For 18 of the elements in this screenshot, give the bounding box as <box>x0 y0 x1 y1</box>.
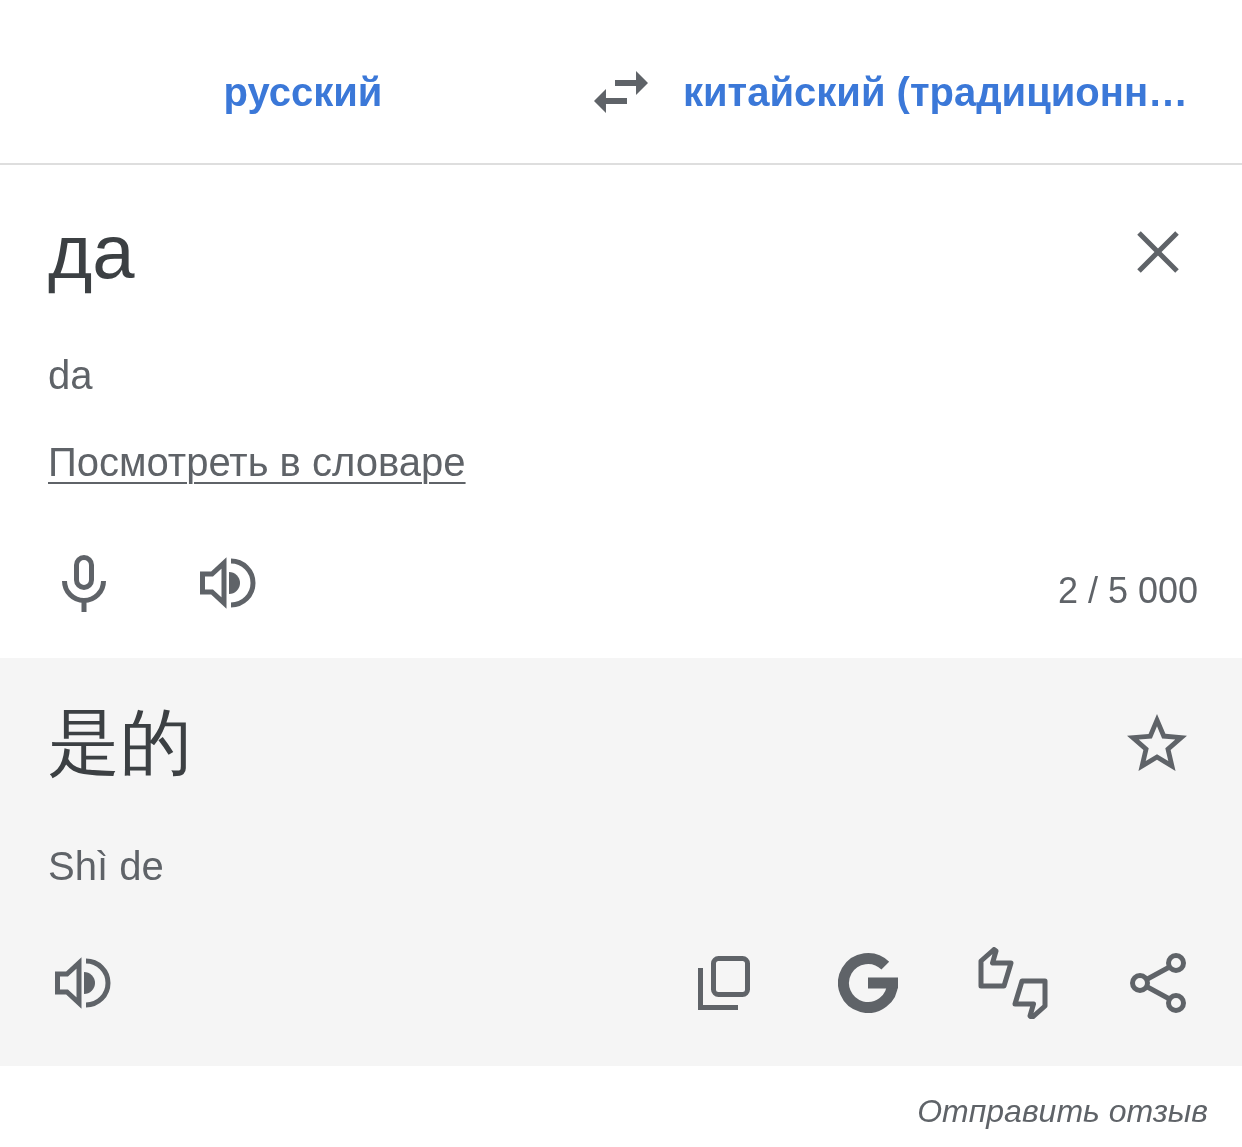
share-icon[interactable] <box>1130 953 1186 1013</box>
character-count: 2 / 5 000 <box>1057 570 1198 612</box>
microphone-icon[interactable] <box>62 554 106 612</box>
star-icon[interactable] <box>1127 713 1187 771</box>
target-language-button[interactable]: китайский (традиционн… <box>683 69 1189 115</box>
close-icon[interactable] <box>1136 229 1180 274</box>
swap-icon[interactable] <box>594 71 648 113</box>
source-transliteration: da <box>48 353 94 397</box>
copy-icon[interactable] <box>698 956 750 1010</box>
send-feedback-link[interactable]: Отправить отзыв <box>917 1093 1208 1129</box>
translation-transliteration: Shì de <box>48 844 165 888</box>
thumbs-up-down-icon[interactable] <box>977 947 1049 1019</box>
translated-text: 是的 <box>48 699 192 785</box>
speaker-icon[interactable] <box>200 556 256 610</box>
dictionary-link[interactable]: Посмотреть в словаре <box>48 440 466 484</box>
speaker-icon[interactable] <box>55 956 111 1010</box>
g-logo-icon[interactable] <box>838 953 898 1013</box>
source-language-button[interactable]: русский <box>223 69 383 115</box>
